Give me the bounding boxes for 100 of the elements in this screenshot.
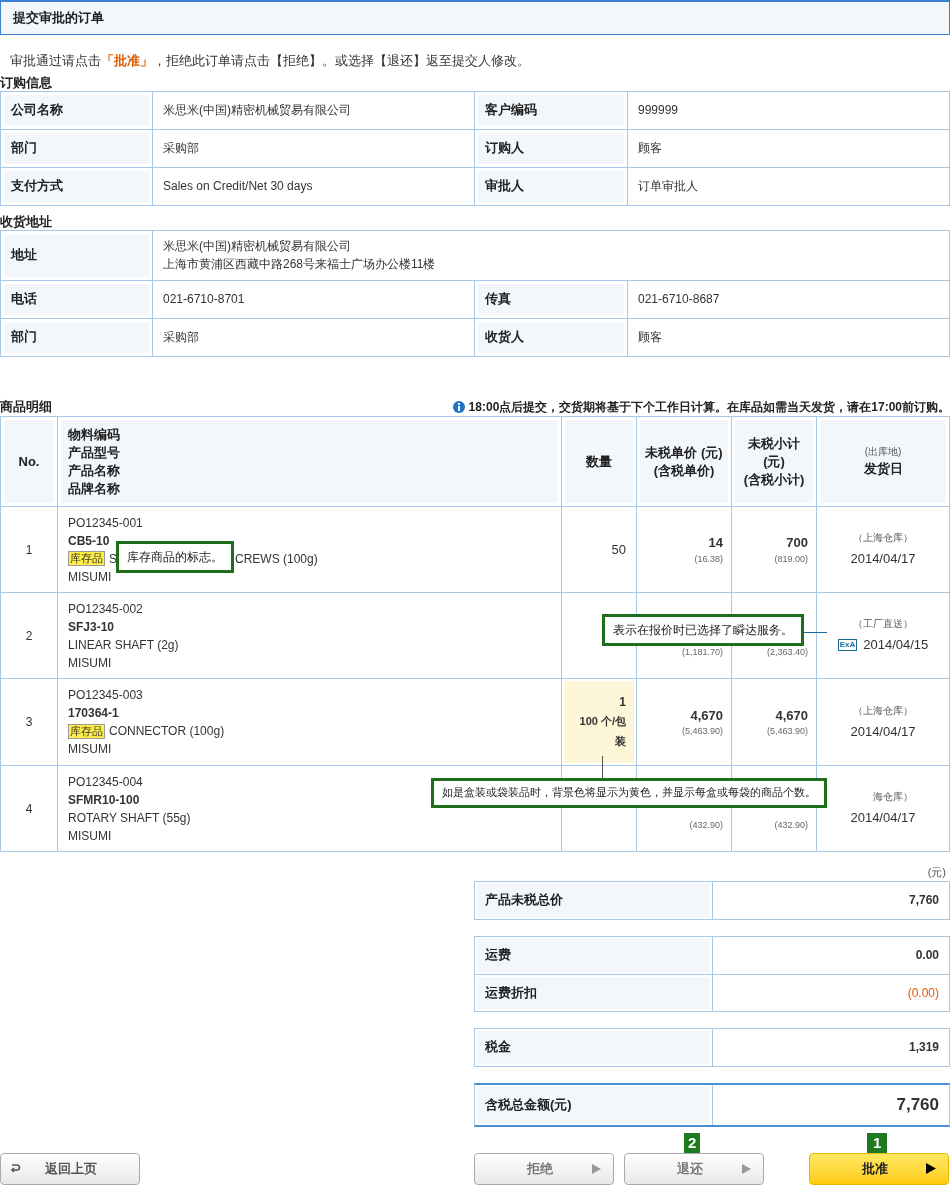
summary-label: 税金 — [475, 1028, 713, 1066]
play-icon — [926, 1163, 936, 1174]
product-name: ROTARY SHAFT (55g) — [68, 809, 191, 827]
back-button[interactable]: 返回上页 — [0, 1152, 140, 1185]
brand-name: MISUMI — [68, 741, 112, 758]
field-value: 采购部 — [152, 318, 475, 356]
leader-line — [602, 756, 603, 778]
section-heading: 订购信息 — [0, 74, 53, 91]
stock-badge: 库存品 — [68, 723, 105, 739]
stock-badge: 库存品 — [68, 551, 105, 566]
express-icon: ExA — [837, 639, 858, 651]
unit-price-with-tax: (1,181.70) — [681, 646, 723, 660]
material-code: PO12345-002 — [68, 600, 143, 618]
field-label: 审批人 — [474, 167, 628, 205]
page-header: 提交审批的订单 — [0, 0, 950, 35]
column-header: 未税小计 — [748, 434, 800, 453]
return-button[interactable]: 退还 — [624, 1152, 764, 1185]
tooltip-callout: 如是盒装或袋装品时，背景色将显示为黄色，并显示每盒或每袋的商品个数。 — [431, 778, 827, 808]
section-heading: 收货地址 — [0, 213, 53, 230]
product-name: LINEAR SHAFT (2g) — [68, 636, 179, 654]
return-arrow-icon — [9, 1162, 21, 1175]
summary-value: 0.00 — [914, 947, 940, 964]
product-model: SFMR10-100 — [68, 791, 140, 809]
ship-date: 2014/04/17 — [850, 550, 916, 569]
field-label: 收货人 — [474, 318, 628, 356]
product-name: S — [109, 550, 117, 568]
field-label: 部门 — [0, 129, 153, 167]
field-label: 传真 — [474, 280, 628, 318]
play-icon — [742, 1163, 751, 1174]
product-model: CB5-10 — [68, 532, 110, 550]
subtotal-with-tax: (432.90) — [774, 819, 808, 833]
field-value: 采购部 — [152, 129, 475, 167]
column-header: (含税小计) — [743, 470, 805, 489]
quantity-cell: 1 100 个/包装 — [564, 681, 634, 763]
ship-origin: （上海仓库） — [853, 531, 913, 546]
ship-date: 2014/04/17 — [850, 809, 916, 828]
reject-button[interactable]: 拒绝 — [474, 1152, 614, 1185]
field-value: 999999 — [627, 91, 950, 129]
unit-price-with-tax: (432.90) — [689, 819, 723, 833]
column-header: No. — [18, 452, 40, 471]
brand-name: MISUMI — [68, 654, 112, 672]
field-value: 021-6710-8687 — [627, 280, 950, 318]
summary-value: 7,760 — [907, 892, 940, 909]
section-heading: 商品明细 — [0, 397, 52, 416]
tooltip-callout: 库存商品的标志。 — [116, 541, 234, 573]
unit-price-with-tax: (5,463.90) — [681, 725, 723, 738]
column-header: 数量 — [586, 452, 612, 471]
product-name: CONNECTOR (100g) — [109, 723, 225, 740]
row-number: 1 — [0, 506, 58, 593]
step-badge: 1 — [867, 1132, 888, 1153]
row-number: 3 — [0, 678, 58, 766]
unit-price: 14 — [708, 534, 723, 552]
ship-origin: 海仓库） — [873, 790, 913, 805]
material-code: PO12345-004 — [68, 773, 143, 791]
row-number: 4 — [0, 765, 58, 852]
column-header: (含税单价) — [653, 461, 715, 480]
tooltip-callout: 表示在报价时已选择了瞬达服务。 — [602, 614, 804, 646]
summary-value: 1,319 — [907, 1039, 940, 1056]
summary-label: 含税总金额(元) — [475, 1084, 713, 1125]
field-label: 地址 — [0, 230, 153, 280]
field-value: 订单审批人 — [627, 167, 950, 205]
field-value: 021-6710-8701 — [152, 280, 475, 318]
material-code: PO12345-001 — [68, 514, 143, 532]
field-label: 电话 — [0, 280, 153, 318]
ship-origin: （工厂直送） — [853, 617, 913, 632]
field-value: 米思米(中国)精密机械贸易有限公司 — [163, 238, 351, 255]
notice-text: 18:00点后提交，交货期将基于下个工作日计算。在库品如需当天发货，请在17:00前订购。 — [468, 399, 950, 416]
unit-price: 4,670 — [690, 706, 723, 725]
column-header: 物料编码 — [68, 425, 120, 444]
column-header: 品牌名称 — [68, 479, 120, 498]
field-value: Sales on Credit/Net 30 days — [152, 167, 475, 205]
currency-unit: (元) — [927, 865, 947, 880]
column-subheader: (出库地) — [863, 445, 903, 460]
subtotal: 700 — [786, 534, 808, 552]
product-model: 170364-1 — [68, 705, 119, 722]
field-value: 米思米(中国)精密机械贸易有限公司 — [152, 91, 475, 129]
field-label: 订购人 — [474, 129, 628, 167]
field-value: 顾客 — [627, 129, 950, 167]
field-label: 公司名称 — [0, 91, 153, 129]
subtotal-with-tax: (5,463.90) — [766, 725, 808, 738]
instruction-text: 审批通过请点击「批准」，拒绝此订单请点击【拒绝】。或选择【退还】返至提交人修改。 — [10, 52, 531, 70]
ship-date: 2014/04/17 — [850, 722, 916, 741]
field-value: 顾客 — [627, 318, 950, 356]
field-value: 上海市黄浦区西藏中路268号来福士广场办公楼11楼 — [163, 256, 436, 273]
unit-price-with-tax: (16.38) — [694, 552, 723, 566]
summary-label: 运费折扣 — [475, 974, 713, 1011]
ship-origin: （上海仓库） — [853, 703, 913, 718]
info-icon — [452, 401, 465, 413]
brand-name: MISUMI — [68, 827, 112, 845]
ship-date: 2014/04/15 — [863, 636, 929, 655]
summary-value: (0.00) — [906, 984, 940, 1002]
subtotal-with-tax: (819.00) — [774, 552, 808, 566]
column-header: 发货日 — [862, 460, 904, 479]
product-name: CREWS (100g) — [235, 550, 318, 568]
brand-name: MISUMI — [68, 568, 112, 586]
subtotal-with-tax: (2,363.40) — [766, 646, 808, 660]
product-model: SFJ3-10 — [68, 618, 115, 636]
approve-button[interactable]: 批准 — [809, 1152, 949, 1185]
play-icon — [592, 1163, 601, 1174]
summary-label: 产品未税总价 — [475, 881, 713, 919]
